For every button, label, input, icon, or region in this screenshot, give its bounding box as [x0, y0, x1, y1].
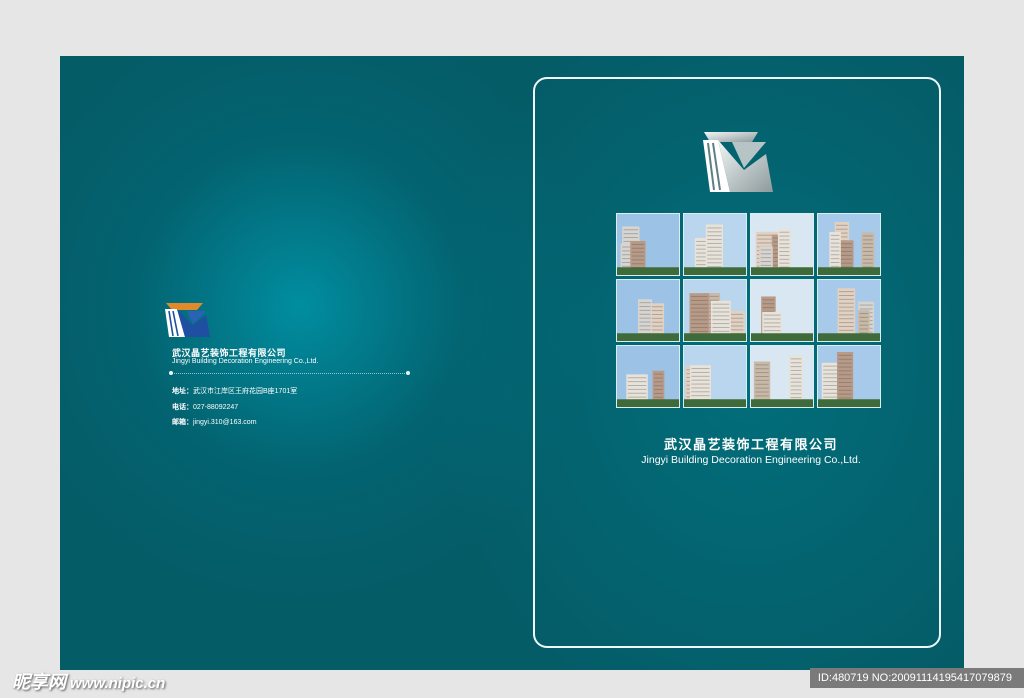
- watermark-image-id: ID:480719 NO:20091114195417079879: [809, 668, 1024, 688]
- company-logo-silver-icon: [703, 132, 773, 192]
- address-line: 地址：武汉市江岸区王府花园B座1701室: [172, 386, 297, 396]
- dotted-divider: [171, 373, 407, 374]
- building-photo: [683, 279, 747, 342]
- building-photo: [616, 213, 680, 276]
- building-photo-grid: [616, 213, 882, 412]
- front-company-name-en: Jingyi Building Decoration Engineering C…: [641, 454, 861, 466]
- building-photo: [616, 345, 680, 408]
- watermark-site-name: 昵享网: [12, 672, 66, 692]
- phone-line: 电话：027-88092247: [172, 402, 238, 412]
- building-photo: [616, 279, 680, 342]
- building-photo: [817, 345, 881, 408]
- address-value: 武汉市江岸区王府花园B座1701室: [193, 388, 298, 395]
- building-photo: [750, 345, 814, 408]
- building-photo: [683, 213, 747, 276]
- watermark-site: 昵享网 www.nipic.cn: [12, 668, 165, 694]
- phone-value: 027-88092247: [193, 404, 239, 411]
- phone-label: 电话：: [172, 404, 193, 411]
- email-line: 邮箱：jingyi.310@163.com: [172, 417, 257, 427]
- company-logo-icon: [165, 303, 210, 337]
- building-photo: [817, 279, 881, 342]
- building-photo: [817, 213, 881, 276]
- building-photo: [750, 279, 814, 342]
- email-value: jingyi.310@163.com: [193, 419, 257, 426]
- back-company-name-en: Jingyi Building Decoration Engineering C…: [172, 358, 319, 365]
- email-label: 邮箱：: [172, 419, 193, 426]
- brochure-spread: 武汉晶艺装饰工程有限公司 Jingyi Building Decoration …: [60, 56, 964, 670]
- address-label: 地址：: [172, 388, 193, 395]
- building-photo: [683, 345, 747, 408]
- watermark-site-url: www.nipic.cn: [70, 675, 166, 692]
- building-photo: [750, 213, 814, 276]
- divider-dot: [169, 371, 173, 375]
- divider-dot: [406, 371, 410, 375]
- front-company-name-cn: 武汉晶艺装饰工程有限公司: [663, 437, 838, 452]
